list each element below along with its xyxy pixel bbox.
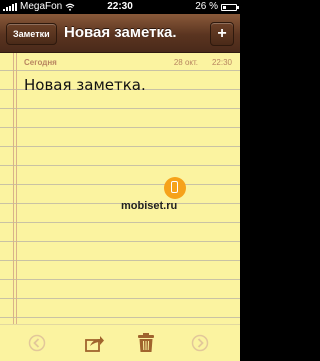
note-text[interactable]: Новая заметка. — [24, 76, 146, 94]
next-note-button[interactable] — [190, 333, 210, 353]
watermark-text: mobiset.ru — [121, 200, 178, 212]
share-icon — [85, 336, 104, 352]
delete-button[interactable] — [136, 333, 156, 353]
battery-percent: 26 % — [195, 1, 218, 12]
next-icon — [191, 334, 209, 352]
watermark: mobiset.ru — [121, 177, 218, 227]
date-value: 28 окт. — [173, 58, 198, 67]
trash-icon — [138, 333, 154, 352]
previous-icon — [28, 334, 46, 352]
time-value: 22:30 — [211, 58, 232, 67]
share-button[interactable] — [85, 333, 105, 353]
note-title: Новая заметка. — [64, 24, 177, 41]
add-note-button[interactable]: + — [210, 22, 234, 46]
notes-back-button[interactable]: Заметки — [6, 23, 57, 45]
battery-icon — [221, 3, 239, 11]
bottom-toolbar — [0, 324, 240, 361]
note-paper[interactable]: Сегодня 28 окт. 22:30 Новая заметка. mob… — [0, 53, 240, 324]
note-date-row: Сегодня 28 окт. 22:30 — [24, 56, 232, 72]
watermark-logo-icon — [164, 177, 186, 199]
navigation-bar: Заметки Новая заметка. + — [0, 14, 240, 53]
previous-note-button[interactable] — [27, 333, 47, 353]
status-right: 26 % — [195, 0, 239, 14]
status-bar: MegaFon 22:30 26 % — [0, 0, 240, 14]
date-label: Сегодня — [24, 58, 57, 67]
